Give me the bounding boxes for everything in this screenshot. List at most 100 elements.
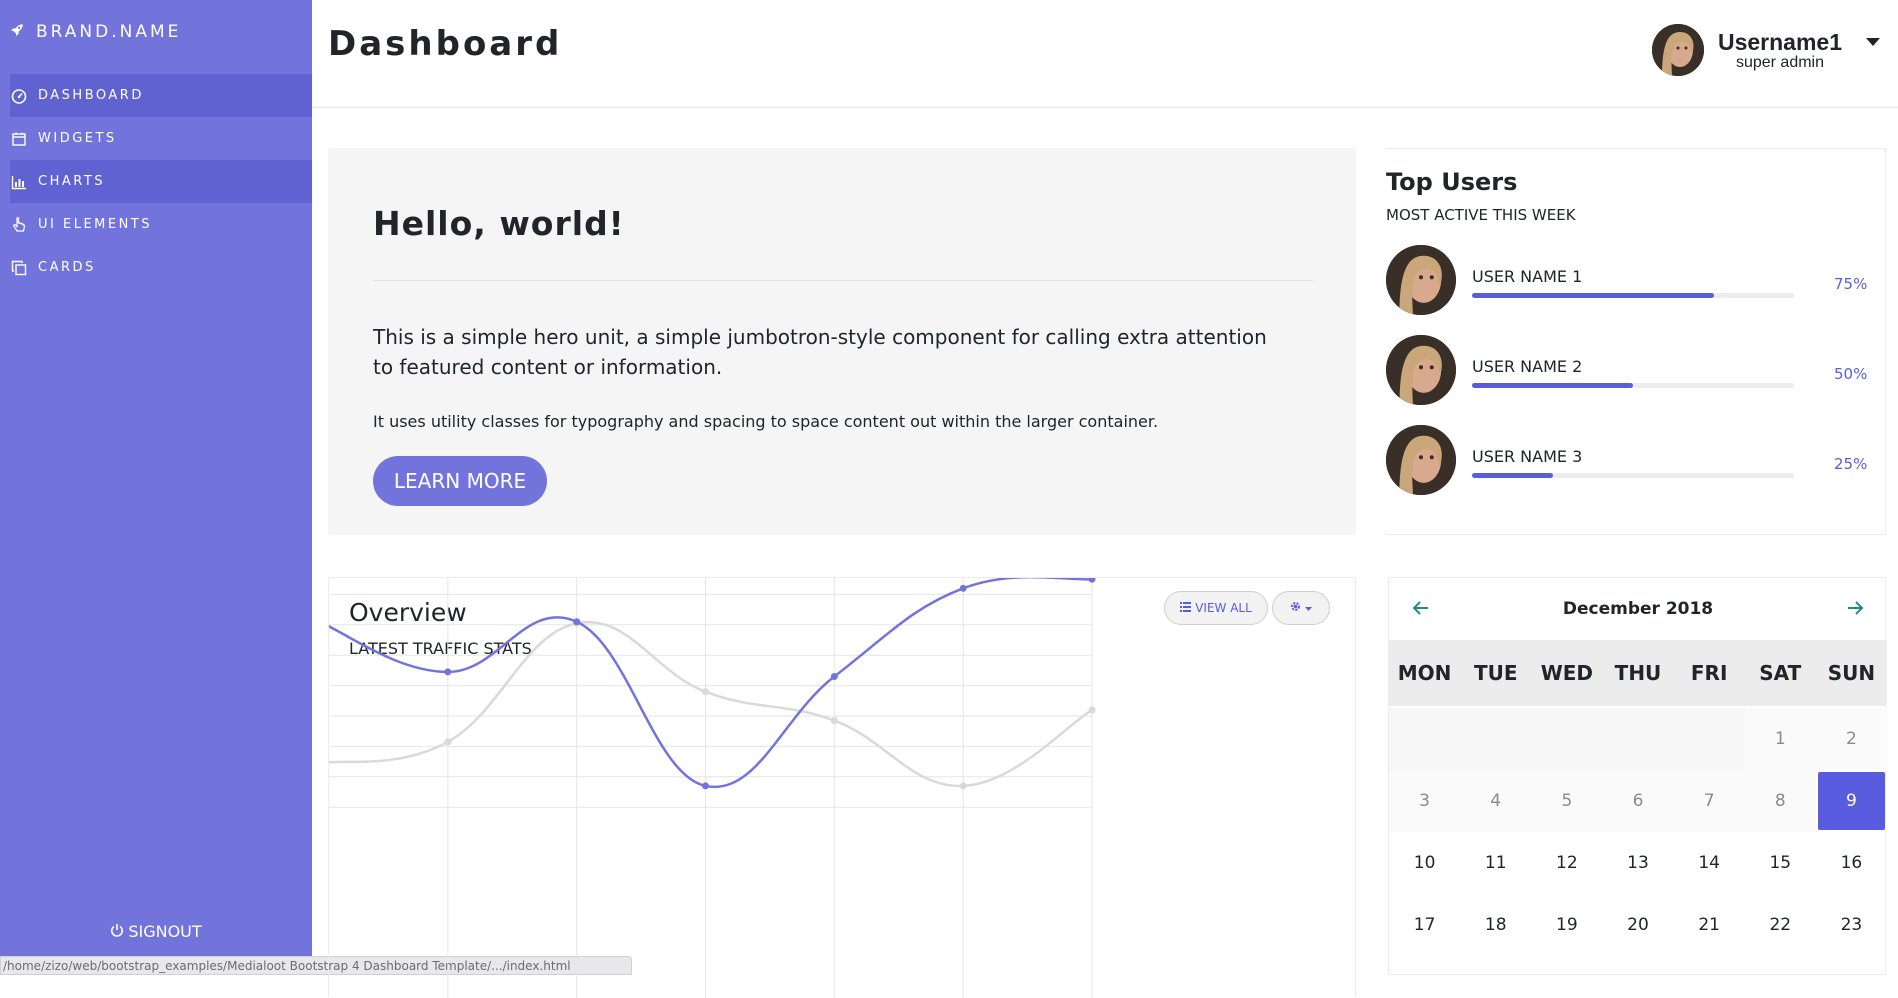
- tachometer-icon: [10, 87, 28, 105]
- data-point: [444, 738, 452, 746]
- data-point: [959, 782, 967, 790]
- user-role: super admin: [1735, 53, 1824, 71]
- sidebar: BRAND.NAME DASHBOARD WIDGETS CHARTS UI E…: [0, 0, 312, 975]
- calendar-day[interactable]: 4: [1460, 770, 1532, 832]
- list-item[interactable]: USER NAME 2 50%: [1386, 335, 1886, 407]
- hero-lead: This is a simple hero unit, a simple jum…: [373, 325, 1267, 379]
- rocket-icon: [10, 22, 24, 42]
- hero-text: It uses utility classes for typography a…: [373, 412, 1159, 431]
- calendar-day[interactable]: 10: [1389, 832, 1460, 894]
- brand[interactable]: BRAND.NAME: [10, 22, 181, 42]
- weekday-label: MON: [1397, 661, 1452, 685]
- arrow-right-icon[interactable]: [1843, 596, 1867, 620]
- activity-percent: 50%: [1834, 365, 1868, 383]
- calendar-day[interactable]: 5: [1531, 770, 1603, 832]
- user-name: USER NAME 3: [1472, 447, 1583, 466]
- calendar-day[interactable]: 20: [1602, 894, 1673, 956]
- learn-more-button[interactable]: LEARN MORE: [373, 456, 547, 506]
- calendar-day[interactable]: 22: [1745, 894, 1816, 956]
- user-menu[interactable]: Username1 super admin: [1651, 24, 1880, 76]
- calendar-day[interactable]: 6: [1602, 770, 1674, 832]
- user-name: USER NAME 1: [1472, 267, 1583, 286]
- sidebar-item-label: WIDGETS: [38, 131, 117, 146]
- clone-icon: [10, 259, 28, 277]
- calendar-empty-cell: [1673, 708, 1745, 770]
- calendar-day[interactable]: 17: [1389, 894, 1460, 956]
- series-line: [329, 578, 1093, 789]
- top-header: Dashboard Username1 super admin: [312, 0, 1898, 108]
- calendar-day[interactable]: 18: [1460, 894, 1531, 956]
- calendar-empty-cell: [1389, 708, 1461, 770]
- calendar-day[interactable]: 3: [1389, 770, 1461, 832]
- calendar-days: 1 2 3 4 5 6 7 8 9 10 11 12 13 14 15 16 17 18 19 20 21 22 23: [1389, 708, 1887, 956]
- series-line: [329, 620, 1093, 788]
- calendar-day[interactable]: 11: [1460, 832, 1531, 894]
- calendar-day[interactable]: 13: [1602, 832, 1673, 894]
- overview-card: Overview LATEST TRAFFIC STATS VIEW ALL 9…: [328, 577, 1356, 998]
- calendar-day[interactable]: 8: [1744, 770, 1816, 832]
- calendar-day[interactable]: 15: [1745, 832, 1816, 894]
- calendar-day[interactable]: 14: [1674, 832, 1745, 894]
- calendar-day[interactable]: 21: [1674, 894, 1745, 956]
- sidebar-item-ui-elements[interactable]: UI ELEMENTS: [10, 203, 312, 246]
- sidebar-item-charts[interactable]: CHARTS: [10, 160, 312, 203]
- top-users-subtitle: MOST ACTIVE THIS WEEK: [1386, 206, 1576, 224]
- signout-button[interactable]: SIGNOUT: [0, 922, 312, 941]
- data-point: [1088, 706, 1096, 714]
- page-title: Dashboard: [328, 24, 563, 64]
- sidebar-item-cards[interactable]: CARDS: [10, 246, 312, 289]
- bar-chart-icon: [10, 173, 28, 191]
- calendar-day[interactable]: 9: [1817, 772, 1885, 830]
- data-point: [1088, 578, 1096, 583]
- sidebar-item-dashboard[interactable]: DASHBOARD: [10, 74, 312, 117]
- calendar-day[interactable]: 19: [1531, 894, 1602, 956]
- user-name: USER NAME 2: [1472, 357, 1583, 376]
- sidebar-item-label: CARDS: [38, 260, 96, 275]
- caret-down-icon[interactable]: [1866, 38, 1880, 46]
- calendar-empty-cell: [1602, 708, 1674, 770]
- sidebar-item-label: DASHBOARD: [38, 88, 144, 103]
- calendar-weekdays: MON TUE WED THU FRI SAT SUN: [1389, 640, 1887, 706]
- hero-divider: [373, 280, 1313, 281]
- calendar-empty-cell: [1460, 708, 1532, 770]
- sidebar-item-label: UI ELEMENTS: [38, 217, 152, 232]
- sidebar-item-widgets[interactable]: WIDGETS: [10, 117, 312, 160]
- calendar-day[interactable]: 16: [1816, 832, 1887, 894]
- top-users-title: Top Users: [1386, 168, 1518, 196]
- power-icon: [110, 922, 124, 941]
- calendar-month: December 2018: [1562, 599, 1714, 619]
- data-point: [702, 688, 709, 696]
- activity-progress: [1472, 473, 1794, 478]
- weekday-label: WED: [1540, 661, 1594, 685]
- data-point: [830, 717, 838, 725]
- calendar-day[interactable]: 23: [1816, 894, 1887, 956]
- list-item[interactable]: USER NAME 3 25%: [1386, 425, 1886, 497]
- weekday-label: TUE: [1473, 661, 1518, 685]
- activity-progress-fill: [1472, 293, 1714, 298]
- calendar-empty-cell: [1531, 708, 1603, 770]
- avatar: [1386, 245, 1456, 315]
- avatar: [1386, 335, 1456, 405]
- avatar: [1386, 425, 1456, 495]
- hero-heading: Hello, world!: [373, 204, 625, 243]
- calendar-day[interactable]: 1: [1744, 708, 1816, 770]
- data-point: [702, 782, 709, 790]
- signout-label: SIGNOUT: [128, 922, 202, 941]
- traffic-line-chart: 900800700600500400300200100: [329, 578, 1096, 998]
- activity-progress: [1472, 383, 1794, 388]
- calendar-day[interactable]: 2: [1815, 708, 1887, 770]
- sidebar-item-label: CHARTS: [38, 174, 106, 189]
- data-point: [959, 584, 967, 592]
- calendar-day[interactable]: 12: [1531, 832, 1602, 894]
- data-point: [573, 618, 581, 626]
- weekday-label: SUN: [1827, 661, 1876, 685]
- calendar-day[interactable]: 7: [1673, 770, 1745, 832]
- weekday-label: FRI: [1690, 661, 1728, 685]
- list-item[interactable]: USER NAME 1 75%: [1386, 245, 1886, 317]
- weekday-label: SAT: [1759, 661, 1802, 685]
- username: Username1: [1717, 28, 1842, 55]
- activity-percent: 75%: [1834, 275, 1868, 293]
- arrow-left-icon[interactable]: [1409, 596, 1433, 620]
- avatar: [1651, 24, 1704, 76]
- top-users-card: Top Users MOST ACTIVE THIS WEEK USER NAM…: [1386, 148, 1886, 535]
